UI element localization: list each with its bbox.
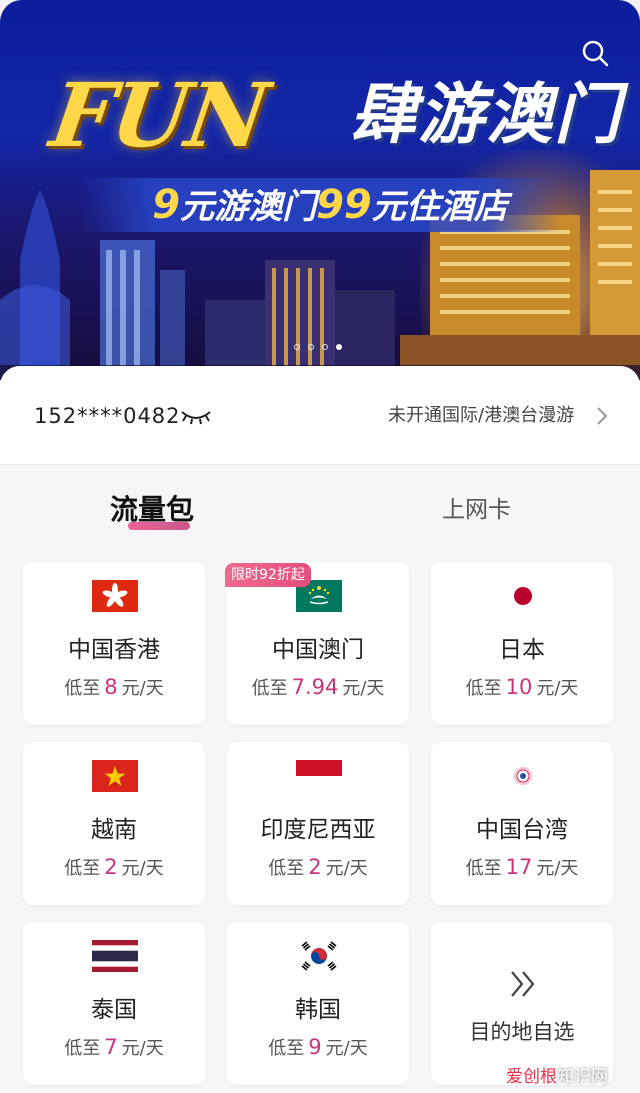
- destination-card-japan[interactable]: 日本 低至 10 元/天: [431, 562, 613, 725]
- chevron-right-icon[interactable]: [596, 406, 608, 426]
- price-unit: 元/天: [342, 678, 385, 699]
- destination-card-vietnam[interactable]: 越南 低至 2 元/天: [23, 742, 205, 905]
- watermark-part2: 知识网: [557, 1067, 608, 1087]
- price-prefix: 低至: [465, 678, 502, 699]
- tab-sim-card[interactable]: 上网卡: [442, 490, 511, 530]
- destination-name: 中国澳门: [272, 637, 364, 663]
- banner-title: 肆游澳门: [350, 76, 622, 153]
- destination-price: 低至 2 元/天: [23, 854, 205, 880]
- price-prefix: 低至: [268, 1038, 305, 1059]
- discount-badge: 限时92折起: [225, 563, 311, 587]
- destination-price: 低至 17 元/天: [431, 854, 613, 880]
- roaming-status-link[interactable]: 未开通国际/港澳台漫游: [388, 402, 574, 430]
- destination-price: 低至 7.94 元/天: [227, 674, 409, 700]
- destination-price: 低至 8 元/天: [23, 674, 205, 700]
- destination-name: 韩国: [295, 997, 341, 1023]
- watermark-part1: 爱创根: [506, 1067, 557, 1087]
- search-button[interactable]: [578, 36, 612, 70]
- price-value: 7: [104, 1035, 118, 1059]
- carousel-dot[interactable]: [322, 344, 328, 350]
- price-value: 10: [505, 675, 533, 699]
- double-chevron-right-icon: [511, 971, 535, 997]
- carousel-indicator: [294, 344, 342, 350]
- price-unit: 元/天: [536, 678, 579, 699]
- destination-name: 中国香港: [68, 637, 160, 663]
- vietnam-flag-icon: [92, 760, 138, 792]
- banner-title-fun: FUN: [44, 63, 273, 167]
- destination-card-indonesia[interactable]: 印度尼西亚 低至 2 元/天: [227, 742, 409, 905]
- search-icon: [582, 40, 609, 67]
- eye-closed-icon[interactable]: [180, 406, 212, 426]
- destination-name: 印度尼西亚: [260, 817, 376, 843]
- price-value: 17: [505, 855, 533, 879]
- tab-bar: [0, 465, 640, 555]
- price-value: 2: [308, 855, 322, 879]
- destination-name: 泰国: [91, 997, 137, 1023]
- price-value: 9: [308, 1035, 322, 1059]
- destination-card-hongkong[interactable]: 中国香港 低至 8 元/天: [23, 562, 205, 725]
- price-prefix: 低至: [268, 858, 305, 879]
- subtitle-number-9: 9: [152, 182, 181, 228]
- price-unit: 元/天: [325, 858, 368, 879]
- destination-price: 低至 10 元/天: [431, 674, 613, 700]
- korea-flag-icon: [296, 940, 342, 972]
- indonesia-flag-icon: [296, 760, 342, 792]
- subtitle-text-1: 元游澳门: [180, 187, 317, 227]
- destination-name: 中国台湾: [476, 817, 568, 843]
- destination-card-korea[interactable]: 韩国 低至 9 元/天: [227, 922, 409, 1085]
- custom-destination-card[interactable]: 目的地自选: [431, 922, 613, 1085]
- site-watermark: 爱创根知识网: [506, 1062, 608, 1087]
- price-prefix: 低至: [64, 678, 101, 699]
- price-value: 8: [104, 675, 118, 699]
- destination-card-taiwan[interactable]: 中国台湾 低至 17 元/天: [431, 742, 613, 905]
- carousel-dot-active[interactable]: [336, 344, 342, 350]
- destination-price: 低至 9 元/天: [227, 1034, 409, 1060]
- custom-destination-label: 目的地自选: [469, 1020, 575, 1044]
- price-value: 7.94: [291, 675, 339, 699]
- price-prefix: 低至: [64, 858, 101, 879]
- price-value: 2: [104, 855, 118, 879]
- destination-price: 低至 7 元/天: [23, 1034, 205, 1060]
- destination-card-thailand[interactable]: 泰国 低至 7 元/天: [23, 922, 205, 1085]
- phone-number: 152****0482: [34, 404, 181, 428]
- carousel-dot[interactable]: [294, 344, 300, 350]
- japan-flag-icon: [500, 580, 546, 612]
- banner-subtitle: 9元游澳门99元住酒店: [120, 178, 540, 232]
- thailand-flag-icon: [92, 940, 138, 972]
- carousel-dot[interactable]: [308, 344, 314, 350]
- destination-name: 越南: [91, 817, 137, 843]
- price-prefix: 低至: [465, 858, 502, 879]
- hongkong-flag-icon: [92, 580, 138, 612]
- price-prefix: 低至: [64, 1038, 101, 1059]
- taiwan-emblem-icon: [500, 760, 546, 792]
- price-unit: 元/天: [121, 1038, 164, 1059]
- price-unit: 元/天: [325, 1038, 368, 1059]
- subtitle-text-2: 元住酒店: [371, 187, 508, 227]
- price-unit: 元/天: [121, 858, 164, 879]
- destination-name: 日本: [499, 637, 545, 663]
- promo-banner[interactable]: FUN 肆游澳门 9元游澳门99元住酒店: [0, 0, 640, 380]
- destination-price: 低至 2 元/天: [227, 854, 409, 880]
- price-unit: 元/天: [536, 858, 579, 879]
- price-prefix: 低至: [251, 678, 288, 699]
- tab-data-package[interactable]: 流量包: [110, 490, 194, 530]
- subtitle-number-99: 99: [316, 182, 372, 228]
- price-unit: 元/天: [121, 678, 164, 699]
